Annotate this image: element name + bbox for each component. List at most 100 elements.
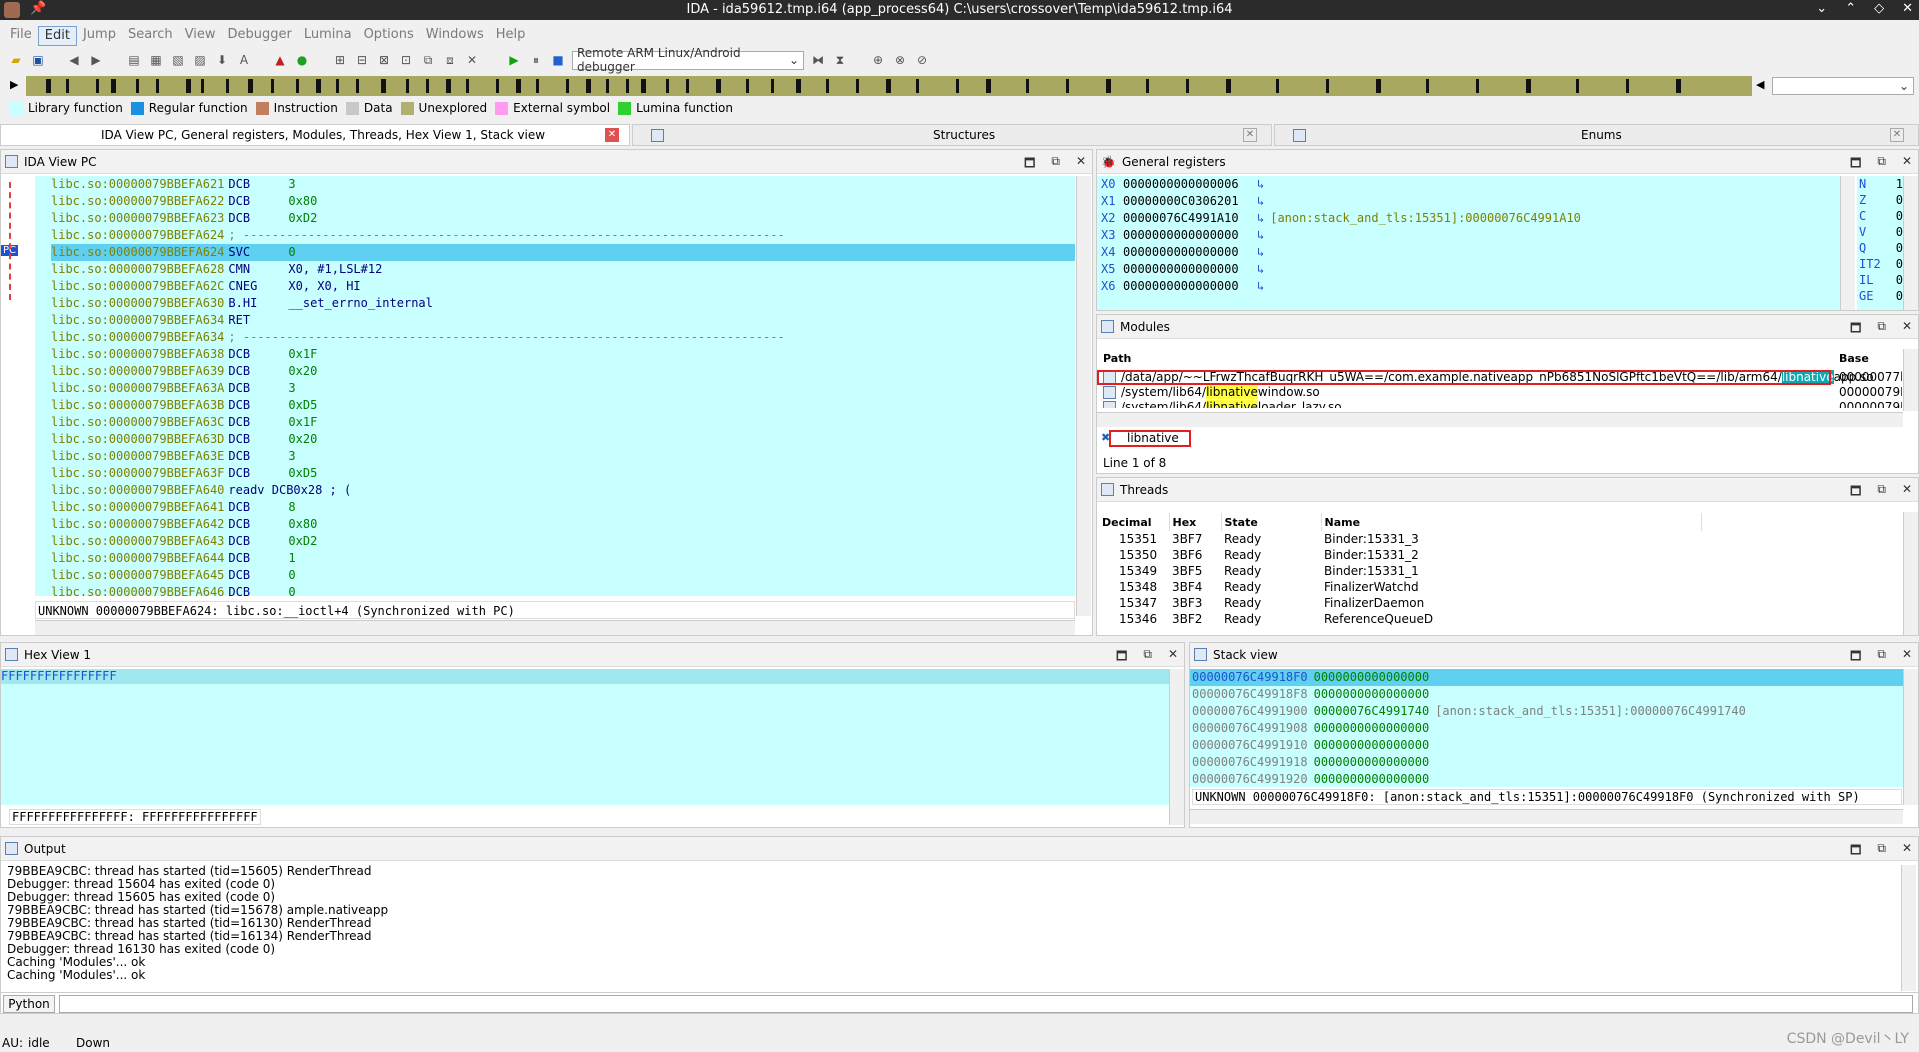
maximize-icon[interactable]: 🗖 bbox=[1024, 154, 1035, 175]
disasm-line[interactable]: libc.so:00000079BBEFA62C CNEG X0, X0, HI bbox=[51, 278, 1075, 295]
flag-row[interactable]: IT2 0 bbox=[1857, 256, 1903, 272]
close-icon[interactable]: ✕ bbox=[1902, 841, 1912, 862]
disasm-line[interactable]: libc.so:00000079BBEFA642 DCB 0x80 bbox=[51, 516, 1075, 533]
stack-row[interactable]: 00000076C49918F8 0000000000000000 bbox=[1190, 686, 1903, 703]
forward-icon[interactable]: ▶ bbox=[88, 52, 104, 68]
jump-arrow-icon[interactable]: ↳ bbox=[1257, 211, 1264, 225]
close-icon[interactable]: ✕ bbox=[1168, 647, 1178, 668]
disasm-line[interactable]: libc.so:00000079BBEFA639 DCB 0x20 bbox=[51, 363, 1075, 380]
breakpoint-icon-1[interactable]: ⊕ bbox=[870, 52, 886, 68]
menu-options[interactable]: Options bbox=[358, 26, 420, 46]
struct-icon-6[interactable]: ⧈ bbox=[442, 52, 458, 68]
hex-view-content[interactable]: FFFFFFFFFFFFFFFF bbox=[1, 669, 1169, 805]
threads-col-header[interactable]: Hex bbox=[1169, 513, 1222, 531]
disasm-line[interactable]: libc.so:00000079BBEFA63B DCB 0xD5 bbox=[51, 397, 1075, 414]
disasm-line[interactable]: libc.so:00000079BBEFA630 B.HI __set_errno_… bbox=[51, 295, 1075, 312]
ida-view-vscroll[interactable] bbox=[1076, 176, 1091, 616]
flag-row[interactable]: IL 0 bbox=[1857, 272, 1903, 288]
menu-search[interactable]: Search bbox=[122, 26, 179, 46]
disasm-line[interactable]: libc.so:00000079BBEFA63D DCB 0x20 bbox=[51, 431, 1075, 448]
disasm-line[interactable]: libc.so:00000079BBEFA623 DCB 0xD2 bbox=[51, 210, 1075, 227]
save-icon[interactable]: ▣ bbox=[30, 52, 46, 68]
module-row[interactable]: /system/lib64/libnativeloader_lazy.so 000… bbox=[1097, 400, 1902, 408]
thread-row[interactable]: 15348 3BF4 Ready FinalizerWatchd bbox=[1099, 579, 1701, 595]
hex-view-vscroll[interactable] bbox=[1169, 669, 1184, 825]
menu-view[interactable]: View bbox=[179, 26, 222, 46]
modules-list[interactable]: /data/app/~~LFrwzThcafBuqrRKH_u5WA==/com… bbox=[1097, 370, 1902, 408]
struct-icon-2[interactable]: ⊟ bbox=[354, 52, 370, 68]
breakpoint-icon-2[interactable]: ⊗ bbox=[892, 52, 908, 68]
stack-row[interactable]: 00000076C4991920 0000000000000000 bbox=[1190, 771, 1903, 787]
module-row[interactable]: /system/lib64/libnativewindow.so 00000079… bbox=[1097, 385, 1902, 400]
close-icon[interactable]: ✕ bbox=[1902, 154, 1912, 175]
flag-row[interactable]: Q0 bbox=[1857, 240, 1903, 256]
breakpoint-icon-3[interactable]: ⊘ bbox=[914, 52, 930, 68]
output-vscroll[interactable] bbox=[1901, 865, 1916, 991]
registers-vscroll[interactable] bbox=[1840, 176, 1855, 310]
maximize-icon[interactable]: 🗖 bbox=[1850, 482, 1861, 503]
threads-col-header[interactable]: Decimal bbox=[1099, 513, 1170, 531]
jump-arrow-icon[interactable]: ↳ bbox=[1257, 245, 1264, 259]
disasm-line[interactable]: libc.so:00000079BBEFA628 CMN X0, #1,LSL#12 bbox=[51, 261, 1075, 278]
cli-language-button[interactable]: Python bbox=[3, 995, 55, 1013]
menu-jump[interactable]: Jump bbox=[77, 26, 122, 46]
register-row[interactable]: X1 00000000C0306201 ↳ bbox=[1097, 193, 1840, 210]
disasm-line[interactable]: libc.so:00000079BBEFA624 SVC 0 bbox=[51, 244, 1075, 261]
close-icon[interactable]: ✕ bbox=[1076, 154, 1086, 175]
disasm-line[interactable]: libc.so:00000079BBEFA641 DCB 8 bbox=[51, 499, 1075, 516]
stack-list[interactable]: 00000076C49918F0 0000000000000000 00000076… bbox=[1190, 669, 1903, 787]
float-icon[interactable]: ⧉ bbox=[1877, 482, 1886, 503]
tool-icon-1[interactable]: ▤ bbox=[126, 52, 142, 68]
disasm-line[interactable]: libc.so:00000079BBEFA638 DCB 0x1F bbox=[51, 346, 1075, 363]
modules-vscroll[interactable] bbox=[1903, 349, 1918, 411]
float-icon[interactable]: ⧉ bbox=[1877, 841, 1886, 862]
threads-col-header[interactable]: State bbox=[1221, 513, 1322, 531]
register-row[interactable]: X0 0000000000000006 ↳ bbox=[1097, 176, 1840, 193]
menu-windows[interactable]: Windows bbox=[420, 26, 490, 46]
modules-hscroll[interactable] bbox=[1097, 412, 1903, 427]
disasm-line[interactable]: libc.so:00000079BBEFA621 DCB 3 bbox=[51, 176, 1075, 193]
menu-help[interactable]: Help bbox=[490, 26, 532, 46]
maximize-icon[interactable]: 🗖 bbox=[1850, 841, 1861, 862]
pause-icon[interactable]: ⏸ bbox=[528, 52, 544, 68]
restore-icon[interactable]: ⌃ bbox=[1845, 1, 1856, 16]
tool-icon-2[interactable]: ▦ bbox=[148, 52, 164, 68]
tool-icon-3[interactable]: ▧ bbox=[170, 52, 186, 68]
disassembly-listing[interactable]: libc.so:00000079BBEFA621 DCB 3 libc.so:0000… bbox=[35, 176, 1075, 596]
output-log[interactable]: 79BBEA9CBC: thread has started (tid=1560… bbox=[7, 865, 1887, 987]
menu-lumina[interactable]: Lumina bbox=[298, 26, 358, 46]
struct-icon-4[interactable]: ⊡ bbox=[398, 52, 414, 68]
stop-icon[interactable]: ■ bbox=[550, 52, 566, 68]
disasm-line[interactable]: libc.so:00000079BBEFA63C DCB 0x1F bbox=[51, 414, 1075, 431]
close-icon[interactable]: ✕ bbox=[1902, 319, 1912, 340]
diamond-icon[interactable]: ◇ bbox=[1874, 1, 1884, 16]
stack-row[interactable]: 00000076C4991900 00000076C4991740 [anon:st… bbox=[1190, 703, 1903, 720]
down-arrow-icon[interactable]: ⬇ bbox=[214, 52, 230, 68]
modules-col-base[interactable]: Base bbox=[1839, 352, 1869, 365]
register-row[interactable]: X5 0000000000000000 ↳ bbox=[1097, 261, 1840, 278]
register-row[interactable]: X6 0000000000000000 ↳ bbox=[1097, 278, 1840, 295]
disasm-line[interactable]: libc.so:00000079BBEFA634; --------------… bbox=[51, 329, 1075, 346]
stack-row[interactable]: 00000076C4991918 0000000000000000 bbox=[1190, 754, 1903, 771]
disasm-line[interactable]: libc.so:00000079BBEFA646 DCB 0 bbox=[51, 584, 1075, 596]
float-icon[interactable]: ⧉ bbox=[1877, 319, 1886, 340]
green-circle-icon[interactable]: ● bbox=[294, 52, 310, 68]
jump-arrow-icon[interactable]: ↳ bbox=[1257, 194, 1264, 208]
maximize-icon[interactable]: 🗖 bbox=[1850, 647, 1861, 668]
threads-vscroll[interactable] bbox=[1903, 512, 1918, 635]
disasm-line[interactable]: libc.so:00000079BBEFA63A DCB 3 bbox=[51, 380, 1075, 397]
tab-structures[interactable]: Structures ✕ bbox=[632, 124, 1272, 146]
stack-row[interactable]: 00000076C4991908 0000000000000000 bbox=[1190, 720, 1903, 737]
cli-input[interactable] bbox=[59, 995, 1913, 1013]
struct-icon-1[interactable]: ⊞ bbox=[332, 52, 348, 68]
jump-arrow-icon[interactable]: ↳ bbox=[1257, 228, 1264, 242]
menu-debugger[interactable]: Debugger bbox=[221, 26, 297, 46]
debug-option-icon-2[interactable]: ⧗ bbox=[832, 52, 848, 68]
float-icon[interactable]: ⧉ bbox=[1143, 647, 1152, 668]
close-icon[interactable]: ✕ bbox=[1902, 647, 1912, 668]
tab-enums[interactable]: Enums ✕ bbox=[1274, 124, 1919, 146]
flags-vscroll[interactable] bbox=[1903, 176, 1918, 310]
disasm-line[interactable]: libc.so:00000079BBEFA634 RET bbox=[51, 312, 1075, 329]
flag-row[interactable]: N1 bbox=[1857, 176, 1903, 192]
tool-icon-4[interactable]: ▨ bbox=[192, 52, 208, 68]
